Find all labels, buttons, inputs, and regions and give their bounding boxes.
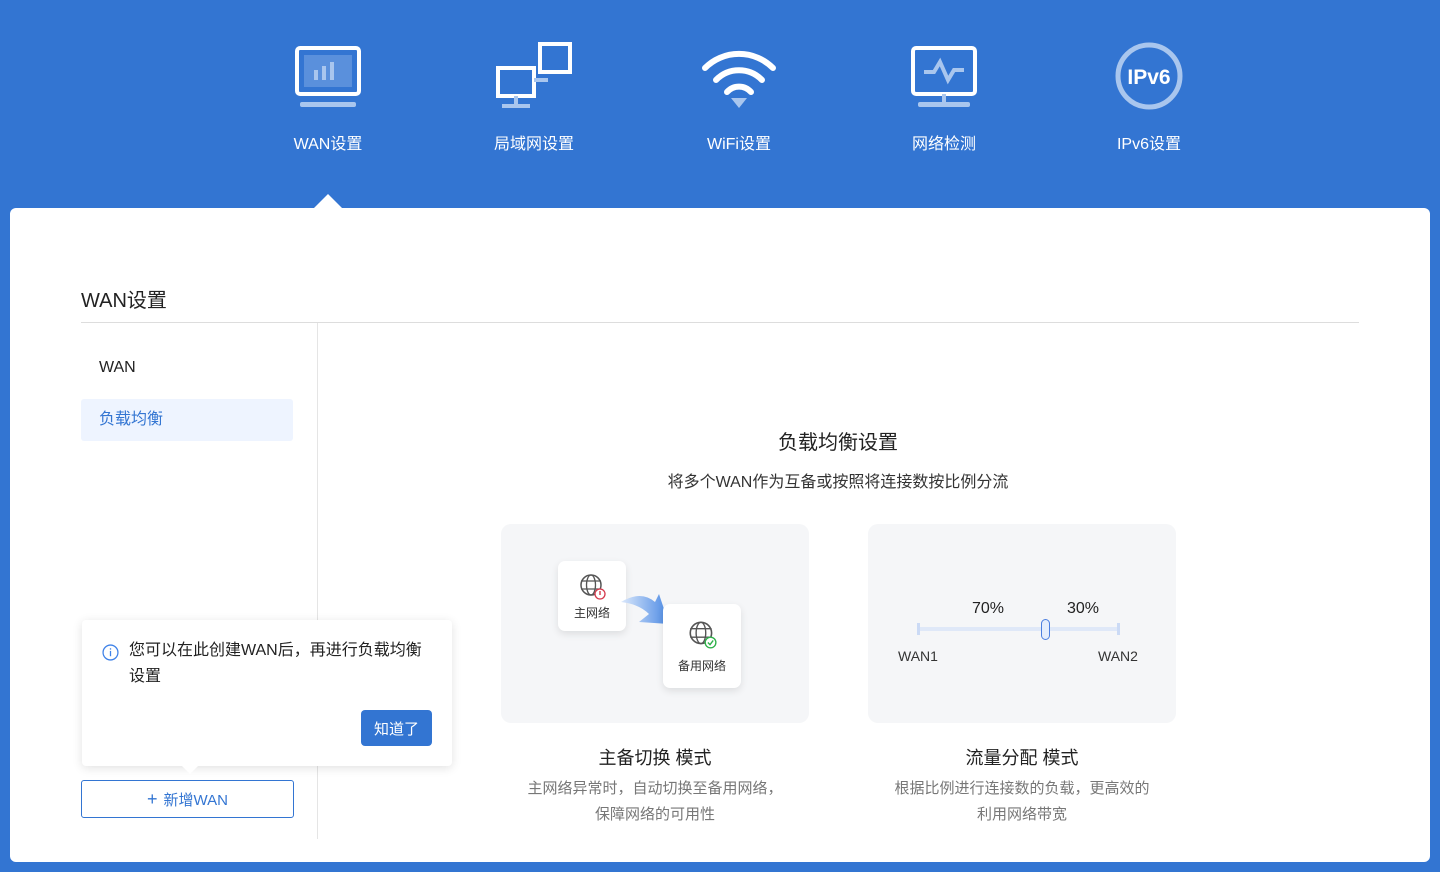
nav-wifi[interactable]: WiFi设置	[659, 40, 819, 154]
nav-label: WiFi设置	[707, 136, 771, 153]
traffic-split-mode-card[interactable]: 70% 30% WAN1 WAN2	[868, 524, 1176, 723]
monitor-chart-icon	[295, 46, 361, 107]
wifi-icon	[702, 50, 776, 108]
nav-label: 局域网设置	[493, 136, 574, 153]
got-it-button[interactable]: 知道了	[361, 710, 432, 746]
split-slider-handle[interactable]	[1041, 619, 1050, 640]
nav-label: WAN设置	[293, 136, 363, 153]
globe-error-icon	[580, 574, 606, 600]
split-slider-track	[918, 627, 1118, 631]
primary-network-label: 主网络	[573, 606, 610, 620]
nav-lan[interactable]: 局域网设置	[454, 40, 614, 154]
backup-network-label: 备用网络	[677, 659, 726, 673]
slider-end-tick	[917, 623, 920, 635]
desc-line: 保障网络的可用性	[594, 806, 715, 823]
info-icon	[102, 644, 119, 661]
hint-popover: 您可以在此创建WAN后，再进行负载均衡设置 知道了	[82, 620, 452, 774]
section-heading: 负载均衡设置	[778, 432, 898, 454]
sidebar-item-wan[interactable]: WAN	[81, 347, 293, 389]
failover-mode-desc: 主网络异常时，自动切换至备用网络， 保障网络的可用性	[485, 776, 825, 828]
slider-end-tick	[1117, 623, 1120, 635]
active-nav-indicator	[314, 194, 342, 208]
divider	[81, 322, 1359, 323]
desc-line: 根据比例进行连接数的负载，更高效的	[894, 780, 1150, 797]
nav-label: 网络检测	[911, 136, 976, 153]
monitor-pulse-icon	[911, 46, 977, 107]
content-card: WAN设置 WAN 负载均衡 负载均衡设置 将多个WAN作为互备或按照将连接数按…	[10, 208, 1430, 862]
ipv6-icon: IPv6	[1115, 42, 1183, 110]
nav-wan[interactable]: WAN设置	[248, 40, 408, 154]
plus-icon: +	[147, 788, 158, 809]
add-wan-label: 新增WAN	[163, 791, 228, 809]
wan2-percent: 30%	[1067, 600, 1100, 617]
svg-text:IPv6: IPv6	[1127, 66, 1170, 89]
split-mode-title: 流量分配 模式	[965, 748, 1079, 768]
popover-text: 您可以在此创建WAN后，再进行负载均衡设置	[129, 642, 422, 685]
add-wan-button[interactable]: + 新增WAN	[81, 780, 294, 818]
failover-mode-card[interactable]: 主网络 备用网络	[501, 524, 809, 723]
desc-line: 主网络异常时，自动切换至备用网络，	[527, 780, 783, 797]
wan1-label: WAN1	[898, 648, 938, 664]
backup-network-tile: 备用网络	[663, 604, 741, 688]
top-nav: WAN设置 局域网设置 WiFi设置 网络检测 IPv6 IPv6设置	[0, 0, 1440, 208]
lan-computers-icon	[496, 42, 572, 108]
globe-ok-icon	[689, 621, 717, 649]
wan1-percent: 70%	[972, 600, 1005, 617]
wan2-label: WAN2	[1098, 648, 1138, 664]
sidebar-item-load-balance[interactable]: 负载均衡	[81, 399, 293, 441]
failover-mode-title: 主备切换 模式	[598, 748, 712, 768]
nav-ipv6[interactable]: IPv6 IPv6设置	[1069, 40, 1229, 154]
page-title: WAN设置	[81, 290, 167, 312]
section-subheading: 将多个WAN作为互备或按照将连接数按比例分流	[667, 474, 1009, 491]
split-mode-desc: 根据比例进行连接数的负载，更高效的 利用网络带宽	[852, 776, 1192, 828]
primary-network-tile: 主网络	[558, 561, 626, 631]
desc-line: 利用网络带宽	[976, 806, 1067, 823]
nav-label: IPv6设置	[1116, 136, 1182, 153]
nav-network-check[interactable]: 网络检测	[864, 40, 1024, 154]
